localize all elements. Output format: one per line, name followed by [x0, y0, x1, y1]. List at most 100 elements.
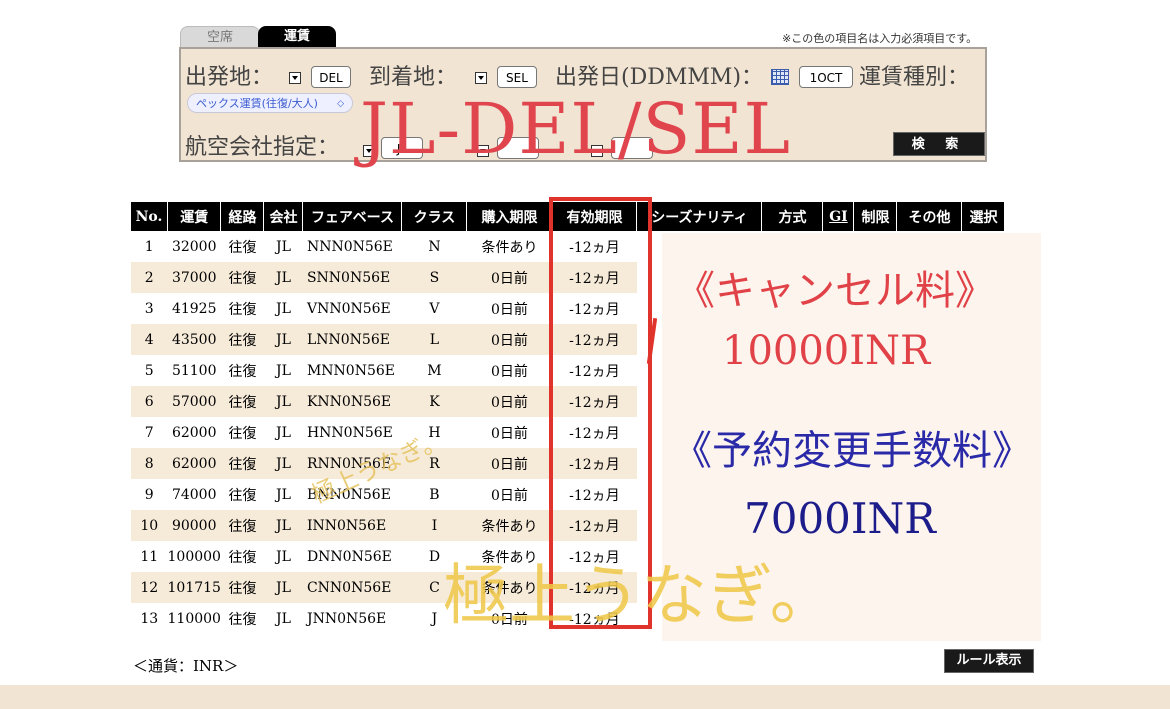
- cell-farebase: INN0N56E: [302, 510, 402, 541]
- cell-no: 8: [131, 448, 168, 479]
- footer-bar: [0, 685, 1170, 709]
- cell-no: 5: [144, 362, 154, 379]
- cell-no: 3: [144, 300, 154, 317]
- cell-fare: 101715: [167, 572, 221, 603]
- cell-route: 往復: [220, 262, 264, 293]
- cell-farebase: KNN0N56E: [302, 386, 402, 417]
- calendar-icon[interactable]: [771, 69, 789, 85]
- cancellation-fee-heading: 《キャンセル料》: [675, 268, 995, 314]
- cell-carrier: JL: [263, 572, 303, 603]
- cell-fare: 110000: [167, 610, 221, 627]
- cell-carrier: JL: [263, 448, 303, 479]
- cell-route: 往復: [228, 425, 257, 442]
- cell-route: 往復: [228, 611, 257, 628]
- cell-farebase: LNN0N56E: [302, 324, 402, 355]
- col-header-no: No.: [131, 202, 168, 231]
- cell-farebase: DNN0N56E: [306, 548, 392, 565]
- tab-fare[interactable]: 運賃: [258, 26, 336, 48]
- col-header-restriction: 制限: [853, 202, 898, 231]
- cell-route: 往復: [228, 549, 257, 566]
- fare-type-value: ペックス運賃(往復/大人): [196, 97, 318, 110]
- cell-no: 12: [131, 572, 168, 603]
- cell-fare: 32000: [171, 238, 217, 255]
- rule-display-button[interactable]: ルール表示: [944, 649, 1034, 673]
- col-header-purchase-limit: 購入期限: [466, 202, 553, 231]
- destination-dropdown-icon[interactable]: [475, 72, 487, 84]
- cell-fare: 37000: [167, 262, 221, 293]
- date-label: 出発日(DDMMM)：: [555, 65, 764, 90]
- col-header-gi[interactable]: GI: [822, 202, 855, 231]
- cell-fare: 74000: [171, 486, 217, 503]
- cell-purchase-limit: 条件あり: [481, 239, 538, 256]
- cell-no: 7: [144, 424, 154, 441]
- date-field[interactable]: 1OCT: [799, 66, 853, 88]
- search-button[interactable]: 検 索: [893, 132, 985, 156]
- cell-purchase-limit: 0日前: [490, 363, 528, 380]
- cell-route: 往復: [228, 487, 257, 504]
- route-overlay-title: JL-DEL/SEL: [360, 88, 792, 170]
- cell-purchase-limit: 0日前: [466, 324, 552, 355]
- cell-purchase-limit: 0日前: [466, 448, 552, 479]
- col-header-carrier: 会社: [263, 202, 304, 231]
- change-fee-heading: 《予約変更手数料》: [672, 428, 1032, 474]
- cell-purchase-limit: 0日前: [490, 425, 528, 442]
- cell-no: 11: [140, 548, 159, 565]
- tab-vacancy[interactable]: 空席: [180, 26, 260, 49]
- cell-no: 4: [131, 324, 168, 355]
- cell-no: 6: [131, 386, 168, 417]
- cell-fare: 100000: [167, 548, 221, 565]
- change-fee-value: 7000INR: [744, 494, 936, 543]
- cell-farebase: CNN0N56E: [302, 572, 402, 603]
- cell-purchase-limit: 条件あり: [466, 510, 552, 541]
- cell-class: N: [428, 238, 441, 255]
- cell-fare: 90000: [167, 510, 221, 541]
- cell-fare: 43500: [167, 324, 221, 355]
- cell-no: 10: [131, 510, 168, 541]
- fare-type-select[interactable]: ペックス運賃(往復/大人) ◇: [187, 93, 353, 113]
- cell-purchase-limit: 0日前: [466, 262, 552, 293]
- cell-route: 往復: [220, 448, 264, 479]
- origin-field[interactable]: DEL: [311, 66, 351, 88]
- chevron-updown-icon: ◇: [337, 99, 344, 109]
- col-header-select: 選択: [961, 202, 1006, 231]
- cell-class: V: [429, 300, 440, 317]
- col-header-farebase: フェアベース: [302, 202, 403, 231]
- airline-label: 航空会社指定：: [185, 135, 340, 160]
- cell-route: 往復: [220, 572, 264, 603]
- watermark-large: 極上うなぎ。: [443, 557, 836, 634]
- cell-fare: 41925: [171, 300, 217, 317]
- cell-no: 2: [131, 262, 168, 293]
- cell-class: M: [427, 362, 442, 379]
- cell-carrier: JL: [275, 300, 291, 317]
- cell-farebase: JNN0N56E: [306, 610, 387, 627]
- cell-fare: 57000: [167, 386, 221, 417]
- cell-carrier: JL: [275, 610, 291, 627]
- cell-route: 往復: [220, 510, 264, 541]
- cell-carrier: JL: [275, 362, 291, 379]
- col-header-fare: 運賃: [167, 202, 222, 231]
- cell-route: 往復: [220, 324, 264, 355]
- col-header-method: 方式: [761, 202, 824, 231]
- cell-class: B: [429, 486, 440, 503]
- destination-label: 到着地：: [369, 65, 458, 90]
- col-header-other: その他: [896, 202, 963, 231]
- destination-field[interactable]: SEL: [497, 66, 537, 88]
- cell-carrier: JL: [275, 424, 291, 441]
- cell-carrier: JL: [263, 386, 303, 417]
- cell-class: S: [401, 262, 467, 293]
- cell-farebase: MNN0N56E: [306, 362, 395, 379]
- cell-farebase: VNN0N56E: [306, 300, 391, 317]
- cancellation-fee-value: 10000INR: [722, 328, 931, 374]
- cell-class: I: [401, 510, 467, 541]
- cell-purchase-limit: 0日前: [490, 301, 528, 318]
- origin-label: 出発地：: [185, 65, 274, 90]
- cell-class: L: [401, 324, 467, 355]
- cell-route: 往復: [228, 301, 257, 318]
- cell-no: 1: [144, 238, 154, 255]
- cell-farebase: NNN0N56E: [306, 238, 393, 255]
- cell-carrier: JL: [263, 510, 303, 541]
- cell-route: 往復: [228, 239, 257, 256]
- cell-route: 往復: [220, 386, 264, 417]
- cell-carrier: JL: [263, 262, 303, 293]
- origin-dropdown-icon[interactable]: [289, 72, 301, 84]
